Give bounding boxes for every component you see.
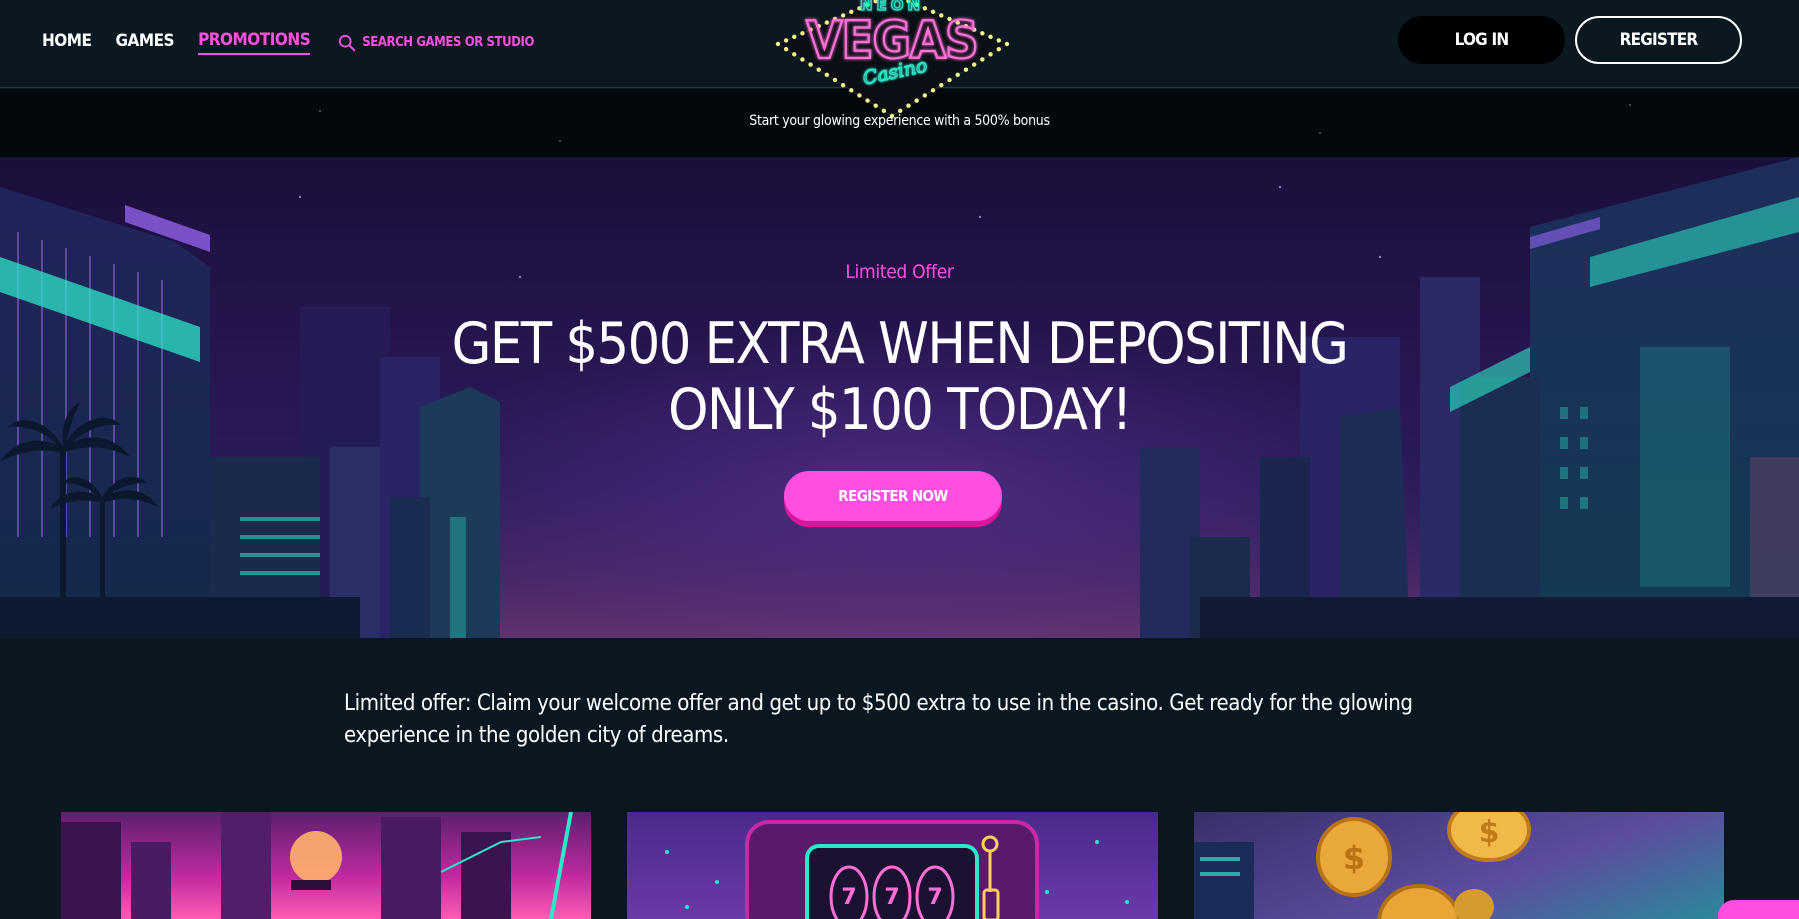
marquee-bulb bbox=[783, 38, 789, 43]
neon-vegas-logo[interactable]: NEON VEGAS Casino bbox=[775, 0, 1010, 120]
reel-1: 7 bbox=[841, 885, 856, 910]
search-icon bbox=[339, 34, 356, 51]
marquee-bulb bbox=[988, 52, 993, 57]
marquee-bulb bbox=[980, 57, 985, 62]
marquee-bulb bbox=[865, 98, 870, 103]
marquee-bulb bbox=[792, 52, 797, 57]
marquee-bulb bbox=[832, 77, 838, 83]
marquee-bulb bbox=[849, 88, 854, 93]
auth-buttons: LOG IN REGISTER bbox=[1398, 16, 1742, 64]
nav-home-link[interactable]: HOME bbox=[42, 31, 92, 54]
marquee-bulb bbox=[988, 34, 993, 40]
marquee-bulb bbox=[939, 82, 944, 88]
marquee-bulb bbox=[914, 98, 919, 103]
gold-coins-image: $ $ bbox=[1194, 812, 1531, 919]
marquee-bulb bbox=[980, 31, 985, 36]
marquee-bulb bbox=[792, 34, 797, 40]
nav-promotions-link[interactable]: PROMOTIONS bbox=[198, 30, 311, 55]
hero-title-line-1: GET $500 EXTRA WHEN DEPOSITING bbox=[451, 311, 1349, 377]
marquee-bulb bbox=[775, 41, 781, 47]
svg-text:$: $ bbox=[1479, 815, 1500, 850]
register-now-button[interactable]: REGISTER NOW bbox=[784, 471, 1002, 521]
reel-3: 7 bbox=[927, 885, 942, 910]
promo-card-city[interactable] bbox=[61, 812, 591, 919]
marquee-bulb bbox=[800, 31, 805, 36]
hero-eyebrow: Limited Offer bbox=[845, 261, 954, 283]
chat-widget-button[interactable] bbox=[1718, 900, 1799, 919]
marquee-bulb bbox=[800, 57, 805, 62]
marquee-bulb bbox=[955, 72, 960, 78]
promo-intro-text: Limited offer: Claim your welcome offer … bbox=[344, 691, 1413, 748]
city-sunset-image bbox=[61, 812, 573, 919]
hero-title: GET $500 EXTRA WHEN DEPOSITING ONLY $100… bbox=[0, 311, 1799, 443]
marquee-bulb bbox=[947, 77, 952, 83]
reel-2: 7 bbox=[884, 885, 899, 910]
marquee-bulb bbox=[824, 72, 830, 78]
search-placeholder: SEARCH GAMES OR STUDIO bbox=[362, 35, 535, 50]
marquee-bulb bbox=[996, 46, 1001, 52]
nav-games-link[interactable]: GAMES bbox=[115, 31, 174, 54]
marquee-bulb bbox=[906, 103, 911, 108]
promo-card-slot-machine[interactable]: 7 7 7 bbox=[627, 812, 1158, 919]
marquee-bulb bbox=[922, 93, 928, 98]
login-button[interactable]: LOG IN bbox=[1398, 16, 1565, 64]
search-trigger[interactable]: SEARCH GAMES OR STUDIO bbox=[338, 34, 534, 52]
marquee-bulb bbox=[857, 93, 862, 98]
promo-card-coins[interactable]: $ $ bbox=[1194, 812, 1724, 919]
marquee-bulb bbox=[930, 88, 936, 93]
logo-graphic: NEON VEGAS Casino bbox=[775, 0, 1010, 119]
main-nav: HOME GAMES PROMOTIONS SEARCH GAMES OR ST… bbox=[42, 30, 534, 55]
marquee-bulb bbox=[840, 82, 846, 88]
marquee-bulb bbox=[783, 46, 789, 52]
svg-text:$: $ bbox=[1343, 839, 1365, 877]
slot-machine-image: 7 7 7 bbox=[665, 820, 1129, 919]
register-button[interactable]: REGISTER bbox=[1575, 16, 1742, 64]
hero-banner: Limited Offer GET $500 EXTRA WHEN DEPOSI… bbox=[0, 157, 1799, 638]
marquee-bulb bbox=[996, 38, 1001, 43]
marquee-bulb bbox=[873, 103, 878, 108]
bonus-strip-text: Start your glowing experience with a 500… bbox=[749, 113, 1050, 129]
marquee-bulb bbox=[1004, 41, 1010, 47]
hero-title-line-2: ONLY $100 TODAY! bbox=[668, 377, 1132, 443]
